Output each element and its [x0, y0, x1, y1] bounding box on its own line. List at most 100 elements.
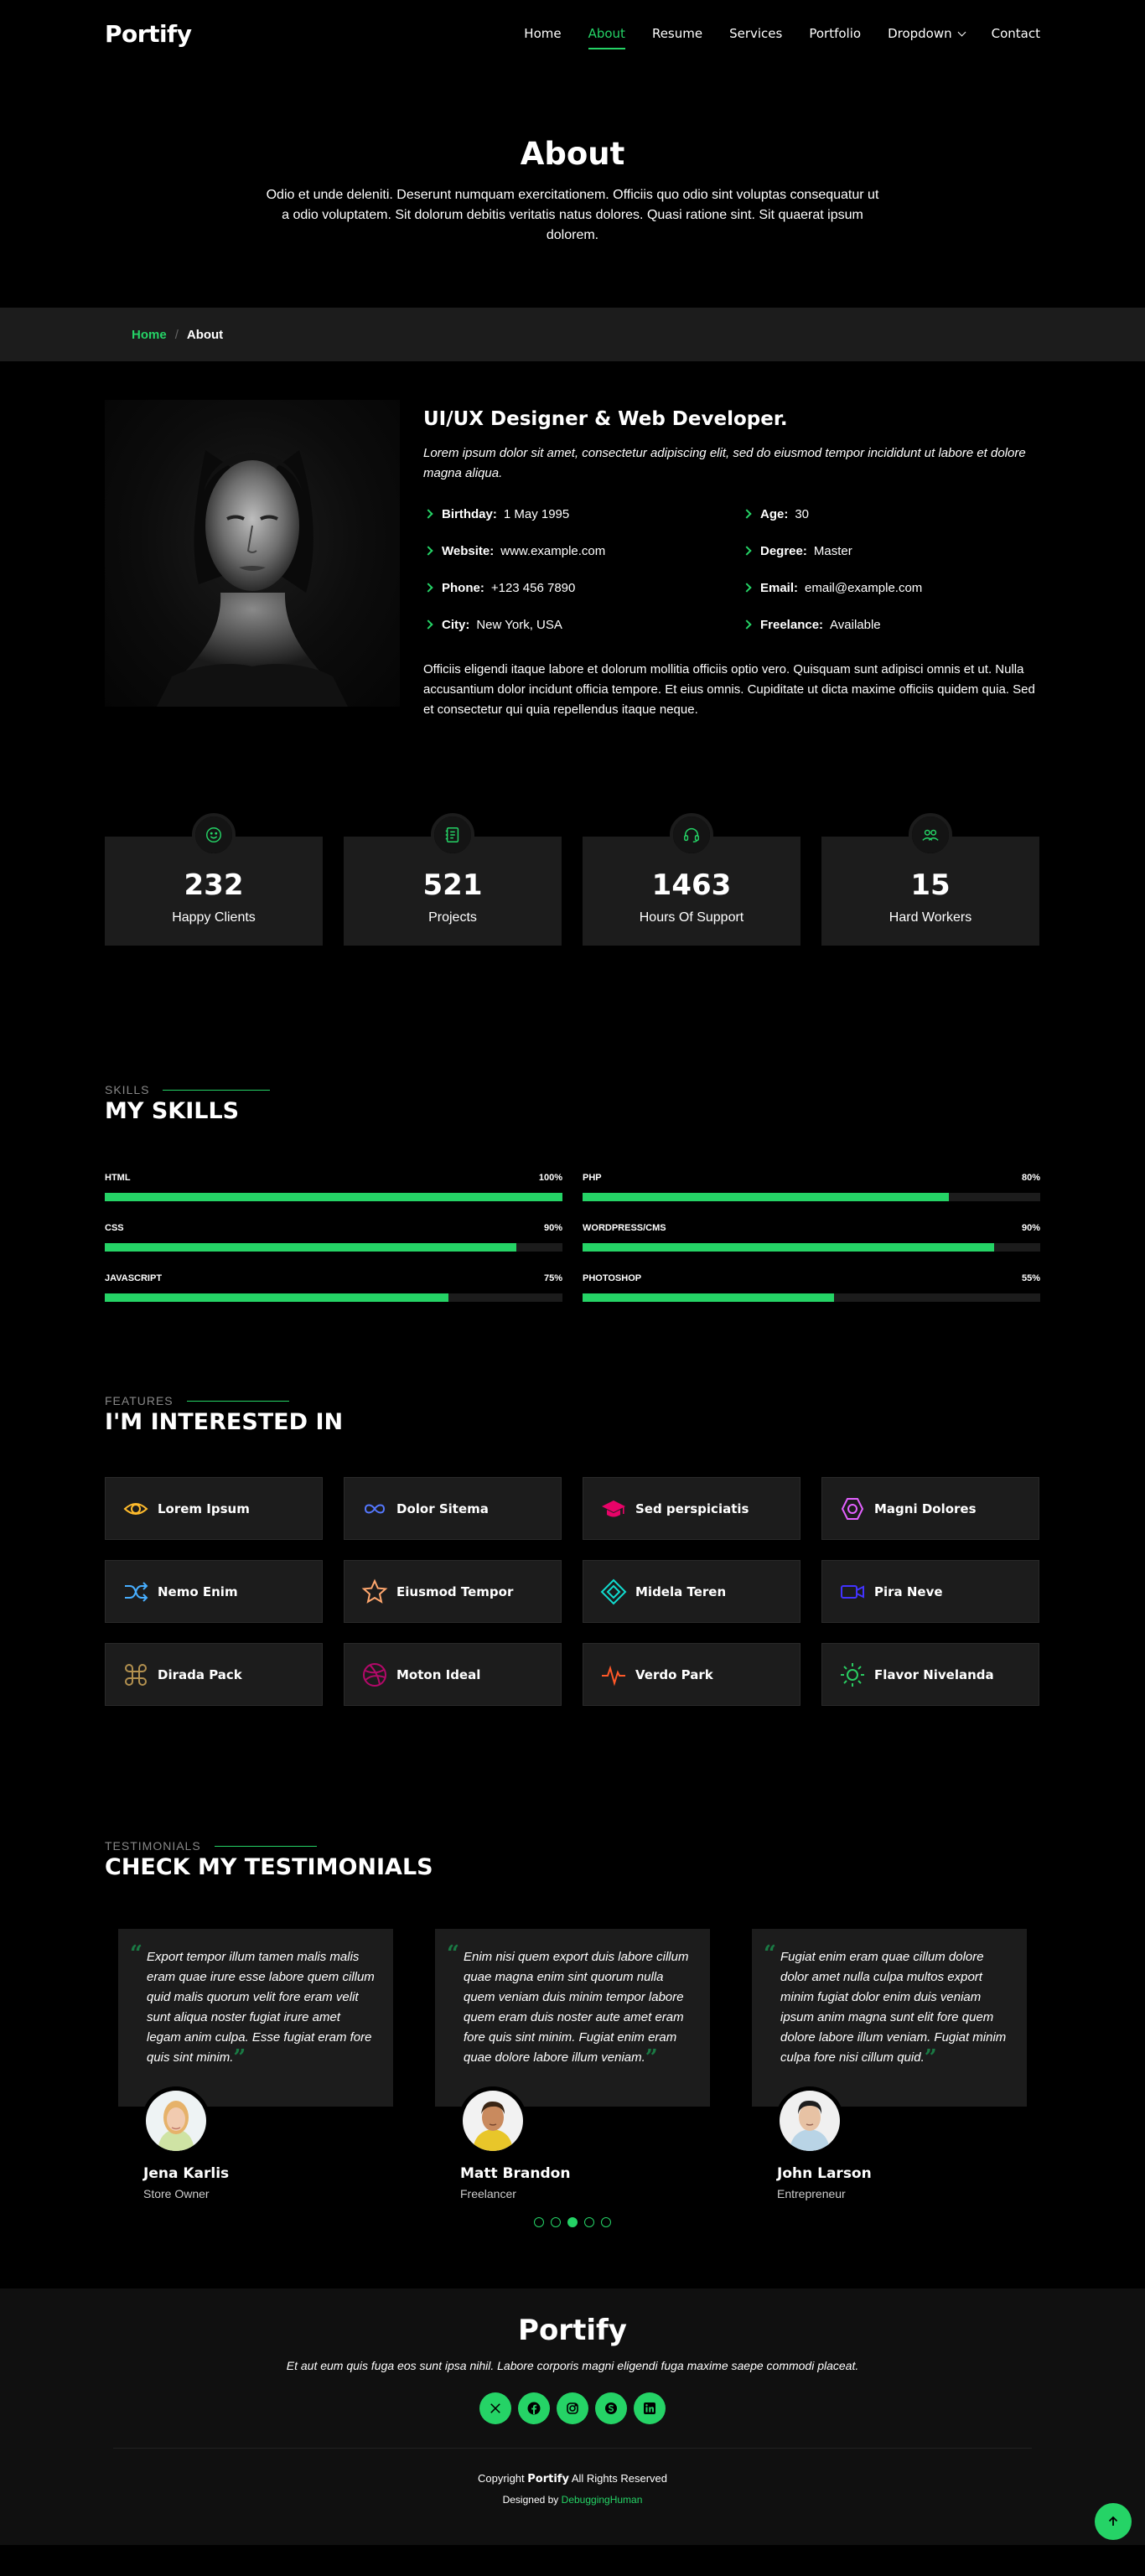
- interest-card[interactable]: Midela Teren: [583, 1560, 800, 1623]
- skill-percent: 55%: [1021, 1273, 1040, 1283]
- pagination-dot[interactable]: [534, 2217, 544, 2227]
- testimonial-author: John Larson Entrepreneur: [752, 2086, 1027, 2211]
- testimonial-author: Jena Karlis Store Owner: [118, 2086, 393, 2211]
- interest-card[interactable]: Moton Ideal: [344, 1643, 562, 1706]
- site-logo[interactable]: Portify: [105, 20, 192, 48]
- skill-name: WORDPRESS/CMS: [583, 1223, 666, 1233]
- info-degree: Degree: Master: [742, 541, 1040, 561]
- chevron-right-icon: [423, 546, 433, 556]
- skill-name: PHP: [583, 1173, 602, 1183]
- interest-card[interactable]: Dolor Sitema: [344, 1477, 562, 1540]
- carousel-pagination: [105, 2217, 1040, 2227]
- skill-name: JAVASCRIPT: [105, 1273, 163, 1283]
- profile-photo: [105, 400, 400, 707]
- stat-projects: 521 Projects: [344, 813, 562, 946]
- skill-percent: 75%: [543, 1273, 562, 1283]
- stat-hard-workers: 15 Hard Workers: [821, 813, 1039, 946]
- nav-dropdown-label: Dropdown: [888, 26, 952, 41]
- stat-happy-clients: 232 Happy Clients: [105, 813, 323, 946]
- interest-card[interactable]: Nemo Enim: [105, 1560, 323, 1623]
- designed-by: Designed by DebuggingHuman: [0, 2494, 1145, 2506]
- x-icon[interactable]: [479, 2392, 511, 2424]
- testimonial-role: Store Owner: [143, 2187, 210, 2200]
- about-section: UI/UX Designer & Web Developer. Lorem ip…: [0, 361, 1145, 825]
- nav-services[interactable]: Services: [702, 18, 782, 49]
- interest-card[interactable]: Magni Dolores: [821, 1477, 1039, 1540]
- testimonials-carousel[interactable]: “ Export tempor illum tamen malis malis …: [105, 1929, 1040, 2211]
- info-key: Website:: [442, 543, 495, 558]
- breadcrumb-home-link[interactable]: Home: [132, 328, 167, 342]
- skill-name: CSS: [105, 1223, 124, 1233]
- linkedin-icon[interactable]: [634, 2392, 666, 2424]
- nav-resume[interactable]: Resume: [625, 18, 702, 49]
- info-value: www.example.com: [500, 543, 606, 558]
- progress-bar: [583, 1193, 1040, 1201]
- quote-open-icon: “: [447, 1941, 459, 1967]
- interest-card[interactable]: Sed perspiciatis: [583, 1477, 800, 1540]
- progress-fill: [583, 1193, 949, 1201]
- skill-percent: 80%: [1021, 1173, 1040, 1183]
- info-value: 1 May 1995: [503, 506, 570, 521]
- pagination-dot[interactable]: [551, 2217, 561, 2227]
- site-header: Portify Home About Resume Services Portf…: [0, 0, 1145, 67]
- chevron-right-icon: [742, 619, 752, 630]
- section-heading: I'M INTERESTED IN: [105, 1409, 344, 1435]
- testimonial-name: Jena Karlis: [143, 2165, 230, 2182]
- interest-label: Pira Neve: [874, 1583, 943, 1599]
- testimonials-section: TESTIMONIALS CHECK MY TESTIMONIALS “ Exp…: [0, 1742, 1145, 2288]
- testimonial-role: Entrepreneur: [777, 2187, 846, 2200]
- info-value: Available: [830, 617, 881, 632]
- testimonial-quote: “ Export tempor illum tamen malis malis …: [118, 1929, 393, 2107]
- pagination-dot[interactable]: [601, 2217, 611, 2227]
- interest-card[interactable]: Dirada Pack: [105, 1643, 323, 1706]
- testimonial-name: John Larson: [777, 2165, 872, 2182]
- pagination-dot-active[interactable]: [567, 2217, 578, 2227]
- activity-icon: [602, 1665, 625, 1687]
- interest-card[interactable]: Flavor Nivelanda: [821, 1643, 1039, 1706]
- info-website: Website: www.example.com: [423, 541, 742, 561]
- pagination-dot[interactable]: [584, 2217, 594, 2227]
- designer-link[interactable]: DebuggingHuman: [562, 2494, 643, 2506]
- nav-dropdown[interactable]: Dropdown: [861, 18, 966, 49]
- interest-card[interactable]: Verdo Park: [583, 1643, 800, 1706]
- sun-icon: [841, 1662, 864, 1687]
- site-footer: Portify Et aut eum quis fuga eos sunt ip…: [0, 2288, 1145, 2545]
- stat-label: Projects: [428, 910, 477, 925]
- nav-contact[interactable]: Contact: [965, 18, 1040, 49]
- info-value: +123 456 7890: [490, 580, 576, 595]
- nav-portfolio[interactable]: Portfolio: [782, 18, 861, 49]
- skill-php: PHP 80%: [583, 1173, 1040, 1201]
- progress-fill: [105, 1243, 517, 1252]
- facebook-icon[interactable]: [518, 2392, 550, 2424]
- social-links: [0, 2392, 1145, 2424]
- skill-html: HTML 100%: [105, 1173, 562, 1201]
- progress-fill: [583, 1293, 835, 1302]
- footer-logo[interactable]: Portify: [0, 2314, 1145, 2347]
- back-to-top-button[interactable]: [1095, 2503, 1132, 2540]
- interest-card[interactable]: Eiusmod Tempor: [344, 1560, 562, 1623]
- testimonial-item: “ Enim nisi quem export duis labore cill…: [435, 1929, 710, 2211]
- stat-number: 15: [910, 868, 951, 902]
- interest-label: Nemo Enim: [158, 1583, 238, 1599]
- skill-name: PHOTOSHOP: [583, 1273, 642, 1283]
- chevron-right-icon: [423, 619, 433, 630]
- footer-divider: [113, 2448, 1032, 2449]
- instagram-icon[interactable]: [557, 2392, 588, 2424]
- nav-about[interactable]: About: [562, 18, 626, 49]
- info-value: 30: [795, 506, 810, 521]
- designed-prefix: Designed by: [502, 2494, 559, 2506]
- testimonial-author: Matt Brandon Freelancer: [435, 2086, 710, 2211]
- skill-percent: 90%: [1021, 1223, 1040, 1233]
- skills-section-title: SKILLS MY SKILLS: [105, 1083, 1040, 1124]
- footer-tagline: Et aut eum quis fuga eos sunt ipsa nihil…: [286, 2359, 859, 2372]
- skype-icon[interactable]: [595, 2392, 627, 2424]
- interest-card[interactable]: Lorem Ipsum: [105, 1477, 323, 1540]
- info-value: Master: [813, 543, 852, 558]
- section-subtitle: SKILLS: [105, 1083, 150, 1096]
- avatar: [775, 2086, 844, 2155]
- nav-home[interactable]: Home: [497, 18, 561, 49]
- interest-card[interactable]: Pira Neve: [821, 1560, 1039, 1623]
- about-lead: Lorem ipsum dolor sit amet, consectetur …: [423, 446, 1026, 480]
- camera-video-icon: [841, 1584, 864, 1599]
- progress-bar: [583, 1243, 1040, 1252]
